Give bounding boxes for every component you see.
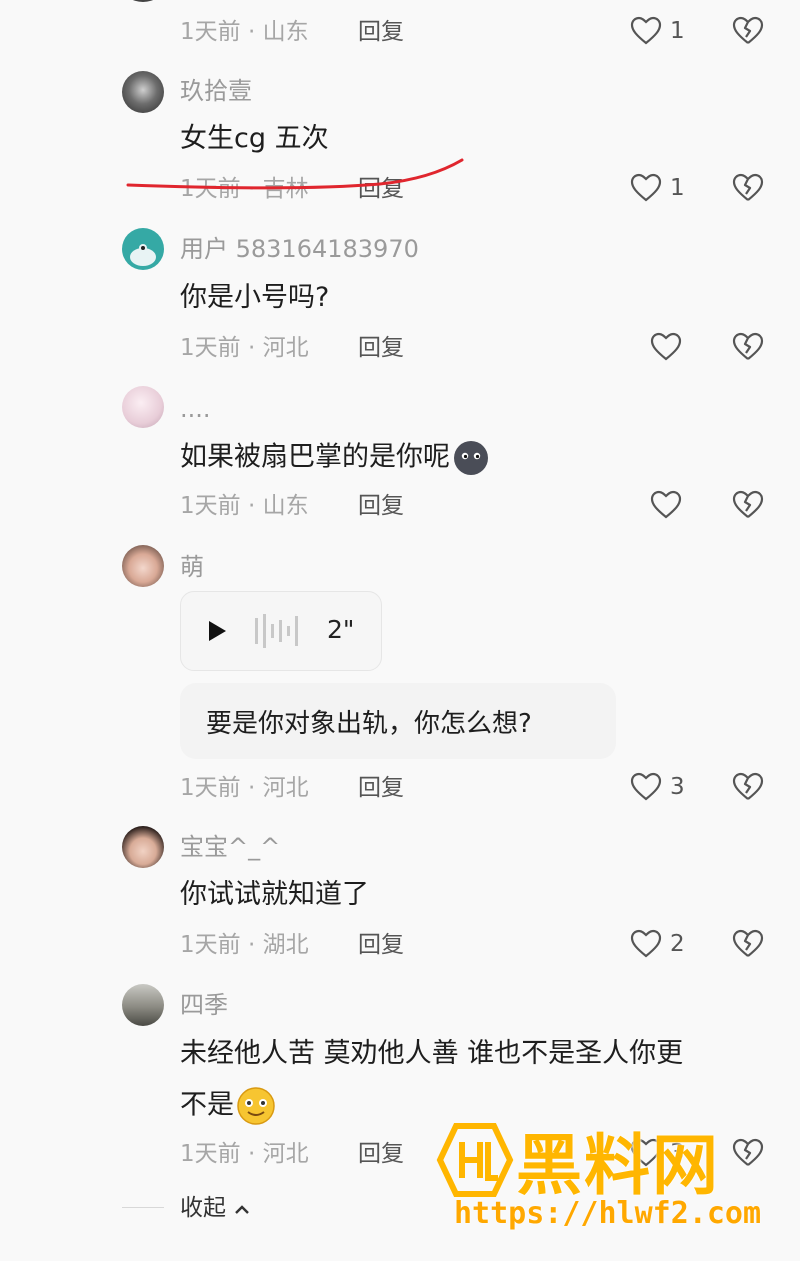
like-count: 2 (670, 931, 685, 957)
comment-author[interactable]: 宝宝^_^ (180, 832, 280, 862)
comment-text: 如果被扇巴掌的是你呢 (180, 439, 490, 477)
comment-meta: 1天前 · 山东 (180, 493, 309, 519)
collapse-replies-button[interactable]: 收起 (180, 1193, 251, 1223)
dislike-button[interactable] (731, 332, 767, 368)
comment-author[interactable]: 玖拾壹 (180, 76, 252, 106)
voice-transcript: 要是你对象出轨，你怎么想? (180, 683, 616, 759)
like-count: 3 (670, 774, 685, 800)
heart-icon (630, 772, 662, 801)
reply-button[interactable]: 回复 (358, 333, 404, 363)
comment-meta: 1天前 · 山东 (180, 19, 309, 45)
heart-icon (650, 332, 682, 361)
like-button[interactable] (630, 330, 690, 366)
comment-author[interactable]: 四季 (180, 990, 228, 1020)
avatar[interactable] (122, 826, 164, 868)
comment-text: 你是小号吗? (180, 282, 330, 313)
comment-author[interactable]: 萌 (180, 552, 204, 582)
like-button[interactable] (630, 488, 690, 524)
dislike-button[interactable] (731, 16, 767, 52)
smiling-face-emoji-icon (237, 1087, 275, 1125)
broken-heart-icon (732, 772, 764, 800)
like-count: 1 (670, 175, 685, 201)
broken-heart-icon (732, 490, 764, 518)
comment-text: 你试试就知道了 (180, 879, 369, 910)
watermark: 黑料网 https://hlwf2.com (436, 1118, 800, 1238)
comment-meta: 1天前 · 河北 (180, 1141, 309, 1167)
play-icon (209, 621, 226, 641)
comment-meta: 1天前 · 河北 (180, 335, 309, 361)
heart-icon (630, 929, 662, 958)
avatar[interactable] (122, 984, 164, 1026)
divider (122, 1207, 164, 1208)
comment-meta: 1天前 · 河北 (180, 775, 309, 801)
comment-text: 未经他人苦 莫劝他人善 谁也不是圣人你更 (180, 1038, 684, 1069)
avatar[interactable] (122, 0, 164, 2)
like-button[interactable]: 1 (630, 171, 690, 207)
reply-button[interactable]: 回复 (358, 773, 404, 803)
dislike-button[interactable] (731, 929, 767, 965)
avatar[interactable] (122, 545, 164, 587)
comment-text-continued: 不是 (180, 1086, 276, 1126)
watermark-logo-icon (436, 1123, 514, 1197)
dark-face-emoji-icon (454, 441, 488, 475)
comment-meta: 1天前 · 湖北 (180, 932, 309, 958)
like-button[interactable]: 2 (630, 927, 690, 963)
red-strike-mark (126, 158, 464, 190)
watermark-url: https://hlwf2.com (454, 1196, 762, 1231)
reply-button[interactable]: 回复 (358, 1139, 404, 1169)
heart-icon (630, 173, 662, 202)
reply-button[interactable]: 回复 (358, 930, 404, 960)
broken-heart-icon (732, 173, 764, 201)
dislike-button[interactable] (731, 490, 767, 526)
avatar[interactable] (122, 228, 164, 270)
reply-button[interactable]: 回复 (358, 491, 404, 521)
broken-heart-icon (732, 929, 764, 957)
reply-button[interactable]: 回复 (358, 17, 404, 47)
comment-author[interactable]: 用户 583164183970 (180, 234, 419, 264)
like-button[interactable]: 1 (630, 14, 690, 50)
chevron-up-icon (235, 1204, 250, 1214)
dislike-button[interactable] (731, 173, 767, 209)
avatar[interactable] (122, 386, 164, 428)
like-button[interactable]: 3 (630, 770, 690, 806)
heart-icon (630, 16, 662, 45)
comment-author[interactable]: .... (180, 394, 211, 424)
dislike-button[interactable] (731, 772, 767, 808)
voice-message[interactable]: 2" (180, 591, 382, 671)
heart-icon (650, 490, 682, 519)
voice-duration: 2" (327, 615, 355, 644)
broken-heart-icon (732, 16, 764, 44)
avatar[interactable] (122, 71, 164, 113)
watermark-title: 黑料网 (516, 1127, 720, 1204)
waveform-icon (255, 614, 298, 648)
like-count: 1 (670, 18, 685, 44)
broken-heart-icon (732, 332, 764, 360)
voice-transcript-text: 要是你对象出轨，你怎么想? (206, 709, 532, 739)
